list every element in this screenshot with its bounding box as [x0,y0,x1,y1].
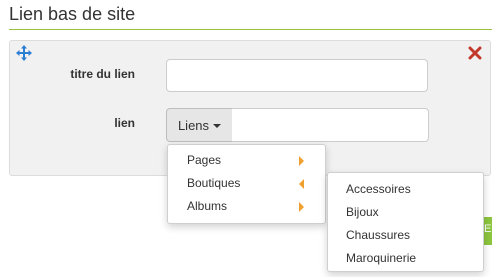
lien-input[interactable] [232,108,429,142]
lien-label: lien [114,116,135,130]
section-title: Lien bas de site [9,4,136,24]
titre-label: titre du lien [70,67,135,81]
lien-input-group: Liens [166,108,429,142]
menu-item-label: Albums [187,199,228,213]
close-icon[interactable] [468,46,482,60]
menu-item-pages[interactable]: Pages [168,149,325,172]
move-arrows-icon[interactable] [16,45,32,61]
caret-down-icon [213,124,222,128]
caret-left-icon [299,179,304,189]
submenu-item-label: Bijoux [346,205,379,219]
menu-item-albums[interactable]: Albums [168,195,325,218]
side-action-label: E [484,223,492,235]
liens-button-label: Liens [177,117,210,133]
title-divider [9,29,492,30]
menu-item-boutiques[interactable]: Boutiques [168,172,325,195]
caret-right-icon [299,202,304,212]
boutiques-submenu: Accessoires Bijoux Chaussures Maroquiner… [327,172,484,272]
submenu-item-label: Accessoires [346,182,411,196]
submenu-item-label: Maroquinerie [346,251,417,265]
submenu-item-chaussures[interactable]: Chaussures [328,224,483,247]
menu-item-label: Boutiques [187,176,241,190]
submenu-item-bijoux[interactable]: Bijoux [328,201,483,224]
submenu-item-label: Chaussures [346,228,411,242]
titre-input[interactable] [166,59,428,92]
liens-menu: Pages Boutiques Albums [167,144,326,224]
menu-item-label: Pages [187,153,222,167]
submenu-item-accessoires[interactable]: Accessoires [328,178,483,201]
caret-right-icon [299,156,304,166]
liens-dropdown-button[interactable]: Liens [166,108,233,142]
submenu-item-maroquinerie[interactable]: Maroquinerie [328,247,483,270]
